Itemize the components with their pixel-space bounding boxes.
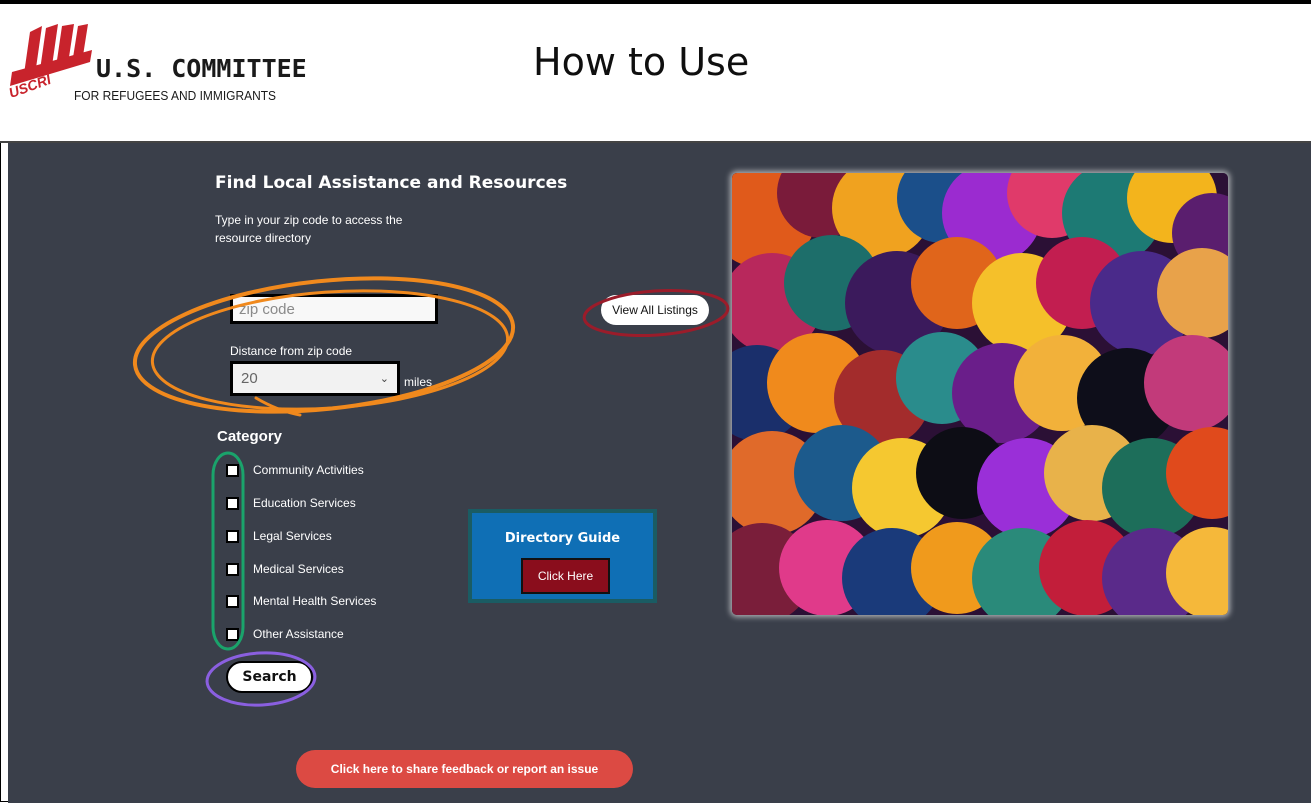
site-header: USCRI U.S. COMMITTEE FOR REFUGEES AND IM…	[0, 0, 1311, 143]
logo-line-2: FOR REFUGEES AND IMMIGRANTS	[74, 88, 277, 103]
checkbox[interactable]	[226, 463, 239, 477]
checkbox[interactable]	[226, 529, 239, 543]
checkbox[interactable]	[226, 496, 239, 510]
page-title: How to Use	[533, 40, 750, 84]
category-item-legal-services[interactable]: Legal Services	[226, 529, 332, 543]
main-content: Find Local Assistance and Resources Type…	[8, 143, 1311, 803]
miles-label: miles	[404, 375, 433, 389]
category-label: Education Services	[253, 496, 356, 510]
category-item-medical-services[interactable]: Medical Services	[226, 562, 344, 576]
category-item-education-services[interactable]: Education Services	[226, 496, 356, 510]
orange-annotation-tail	[254, 396, 302, 417]
checkbox[interactable]	[226, 627, 239, 641]
directory-guide-title: Directory Guide	[504, 531, 621, 546]
category-label: Medical Services	[253, 562, 344, 576]
logo-line-1: U.S. COMMITTEE	[96, 54, 307, 83]
category-label: Other Assistance	[253, 627, 344, 641]
category-heading: Category	[217, 428, 283, 445]
checkbox[interactable]	[226, 562, 239, 576]
feedback-button[interactable]: Click here to share feedback or report a…	[296, 750, 633, 788]
directory-guide-box: Directory Guide Click Here	[468, 509, 657, 603]
section-heading: Find Local Assistance and Resources	[215, 173, 568, 193]
category-item-mental-health-services[interactable]: Mental Health Services	[226, 594, 376, 608]
category-label: Mental Health Services	[253, 594, 377, 608]
green-annotation-loop	[211, 451, 245, 651]
directory-guide-button[interactable]: Click Here	[521, 558, 610, 594]
search-button[interactable]: Search	[226, 661, 313, 693]
category-item-community-activities[interactable]: Community Activities	[226, 463, 364, 477]
uscri-logo[interactable]: USCRI U.S. COMMITTEE FOR REFUGEES AND IM…	[7, 22, 307, 103]
checkbox[interactable]	[226, 594, 239, 608]
distance-select[interactable]: 20 ⌄	[230, 361, 400, 396]
diverse-people-illustration	[732, 173, 1228, 615]
view-all-listings-button[interactable]: View All Listings	[601, 295, 709, 325]
category-item-other-assistance[interactable]: Other Assistance	[226, 627, 344, 641]
header-top-border	[0, 0, 1311, 4]
chevron-down-icon: ⌄	[379, 373, 389, 385]
zip-code-input[interactable]	[230, 294, 438, 324]
silhouettes-image	[732, 173, 1228, 615]
intro-text: Type in your zip code to access the reso…	[215, 213, 403, 245]
category-label: Legal Services	[253, 529, 332, 543]
distance-label: Distance from zip code	[230, 344, 353, 358]
category-label: Community Activities	[253, 463, 364, 477]
distance-value: 20	[241, 370, 258, 387]
